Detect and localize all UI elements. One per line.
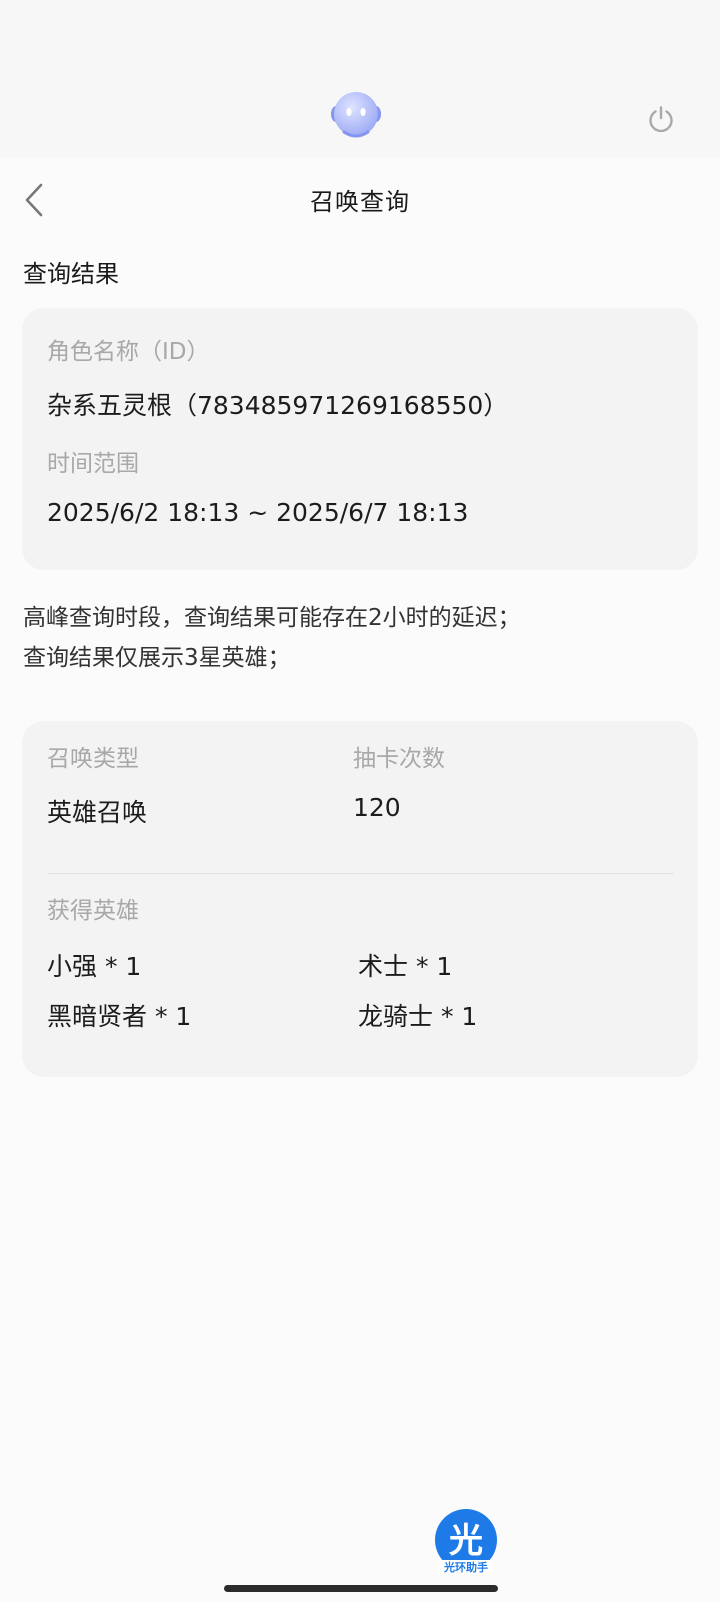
hero-item: 龙骑士 * 1 (358, 1002, 478, 1031)
time-range-value: 2025/6/2 18:13 ~ 2025/6/7 18:13 (47, 498, 469, 527)
hero-item: 黑暗贤者 * 1 (47, 1002, 192, 1031)
result-section-title: 查询结果 (23, 260, 119, 288)
notice-delay: 高峰查询时段，查询结果可能存在2小时的延迟； (23, 605, 521, 631)
top-bar (0, 0, 720, 158)
page-title: 召唤查询 (310, 188, 410, 216)
draw-count-label: 抽卡次数 (353, 746, 445, 772)
draw-count-value: 120 (353, 793, 401, 822)
power-button[interactable] (644, 102, 678, 136)
notice-three-star: 查询结果仅展示3星英雄； (23, 645, 291, 671)
power-icon (649, 106, 673, 133)
hero-item: 术士 * 1 (358, 952, 453, 981)
query-info-card: 角色名称（ID） 杂系五灵根（783485971269168550） 时间范围 … (22, 308, 698, 570)
home-indicator[interactable] (224, 1585, 498, 1592)
divider (48, 873, 674, 874)
assistant-avatar-icon[interactable] (328, 88, 384, 144)
helper-logo[interactable]: 光 光环助手 (433, 1508, 501, 1576)
heroes-label: 获得英雄 (47, 898, 139, 924)
nav-bar: 召唤查询 (0, 158, 720, 238)
summon-type-label: 召唤类型 (47, 746, 139, 772)
logo-glyph: 光 (449, 1521, 483, 1561)
hero-item: 小强 * 1 (47, 952, 142, 981)
summon-result-card: 召唤类型 英雄召唤 抽卡次数 120 获得英雄 小强 * 1 术士 * 1 黑暗… (22, 721, 698, 1077)
summon-type-value: 英雄召唤 (47, 798, 148, 827)
role-label: 角色名称（ID） (47, 339, 210, 365)
time-range-label: 时间范围 (47, 451, 139, 477)
role-value: 杂系五灵根（783485971269168550） (47, 391, 509, 420)
logo-text: 光环助手 (443, 1560, 488, 1574)
